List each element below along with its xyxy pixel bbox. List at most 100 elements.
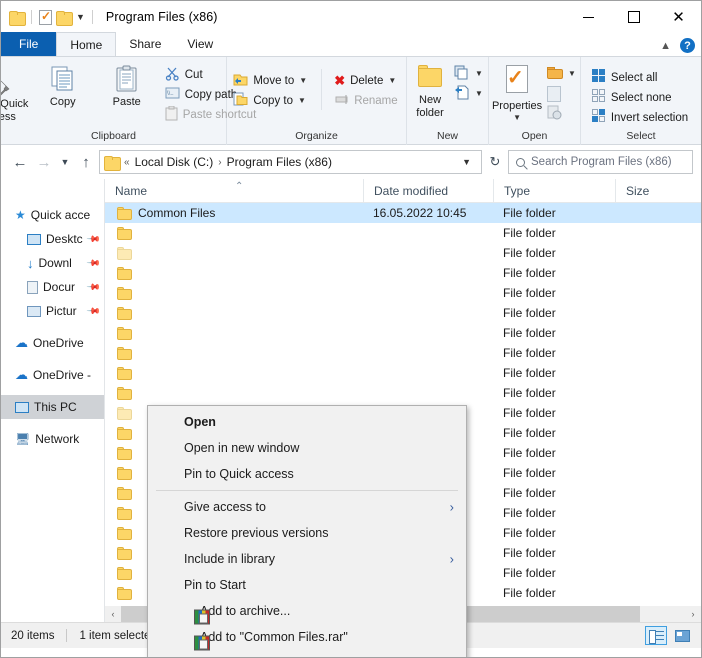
pin-to-quick-access-button[interactable]: Pin to Quick access [1, 63, 31, 126]
column-header-size[interactable]: Size [615, 179, 693, 203]
refresh-button[interactable]: ↻ [484, 150, 506, 174]
quick-access-toolbar: ▼ [9, 9, 96, 26]
sidebar-item-onedrive-business[interactable]: ☁ OneDrive - [1, 363, 104, 387]
column-header-name[interactable]: Name ⌃ [105, 179, 363, 203]
sidebar-item-network[interactable]: 🖥 Network [1, 427, 104, 451]
history-button[interactable] [545, 104, 580, 123]
table-row[interactable]: File folder [105, 303, 701, 323]
context-menu-item-give-access-to[interactable]: Give access to › [148, 494, 466, 520]
copy-to-button[interactable]: Copy to ▼ [231, 91, 311, 110]
table-row[interactable]: File folder [105, 383, 701, 403]
invert-selection-button[interactable]: Invert selection [590, 108, 692, 127]
chevron-down-icon[interactable]: ▼ [299, 76, 307, 85]
chevron-down-icon[interactable]: ▼ [568, 69, 576, 78]
select-all-button[interactable]: Select all [590, 68, 692, 87]
table-row[interactable]: Common Files 16.05.2022 10:45 File folder [105, 203, 701, 223]
chevron-down-icon[interactable]: ▼ [462, 157, 477, 167]
sidebar-item-downloads[interactable]: ↓ Downl 📌 [1, 251, 104, 275]
open-with-button[interactable]: ▼ [545, 64, 580, 83]
title-bar: ▼ Program Files (x86) ✕ [1, 1, 701, 33]
new-folder-button[interactable]: New folder [408, 63, 452, 122]
select-none-button[interactable]: Select none [590, 88, 692, 107]
context-menu-item-include-in-library[interactable]: Include in library › [148, 546, 466, 572]
forward-button[interactable]: → [33, 150, 55, 174]
sidebar-item-desktop[interactable]: Desktc 📌 [1, 227, 104, 251]
scroll-left-arrow-icon[interactable]: ‹ [105, 606, 121, 622]
tab-view[interactable]: View [174, 32, 226, 56]
ribbon-group-clipboard: Pin to Quick access [1, 57, 256, 145]
chevron-right-icon: › [449, 551, 454, 567]
chevron-down-icon[interactable]: ▼ [475, 69, 483, 78]
copy-button[interactable]: Copy [31, 63, 95, 111]
chevron-down-icon[interactable]: ▼ [388, 76, 396, 85]
table-row[interactable]: File folder [105, 343, 701, 363]
sidebar-item-documents[interactable]: Docur 📌 [1, 275, 104, 299]
new-item-button[interactable]: ▼ [452, 64, 487, 83]
column-header-type[interactable]: Type [493, 179, 615, 203]
folder-icon[interactable] [9, 10, 26, 26]
context-menu-item-pin-to-start[interactable]: Pin to Start [148, 572, 466, 598]
pin-icon: 📌 [86, 231, 102, 247]
tab-file[interactable]: File [1, 32, 57, 56]
table-row[interactable]: File folder [105, 223, 701, 243]
context-menu-label: Give access to [184, 500, 266, 514]
cell-name [105, 386, 363, 400]
move-to-button[interactable]: Move to ▼ [231, 71, 311, 90]
large-icons-view-button[interactable] [671, 626, 693, 645]
path-breadcrumb-bar[interactable]: « Local Disk (C:) › Program Files (x86) … [99, 150, 482, 174]
chevron-down-icon[interactable]: ▼ [513, 113, 521, 123]
table-row[interactable]: File folder [105, 243, 701, 263]
context-menu-item-add-to-archive[interactable]: Add to archive... [148, 598, 466, 624]
recent-locations-button[interactable]: ▼ [57, 150, 73, 174]
breadcrumb-program-files[interactable]: Program Files (x86) [227, 155, 332, 169]
properties-button[interactable]: ✓ Properties ▼ [489, 63, 545, 125]
chevron-down-icon[interactable]: ▼ [298, 96, 306, 105]
breadcrumb-local-disk[interactable]: Local Disk (C:) [135, 155, 214, 169]
context-menu-item-compress-and-email[interactable]: Compress and email... [148, 650, 466, 657]
table-row[interactable]: File folder [105, 363, 701, 383]
context-menu-item-add-to-common-files-rar[interactable]: Add to "Common Files.rar" [148, 624, 466, 650]
tab-home[interactable]: Home [56, 32, 117, 56]
column-header-date-modified[interactable]: Date modified [363, 179, 493, 203]
close-button[interactable]: ✕ [656, 1, 701, 33]
paste-button[interactable]: Paste [95, 63, 159, 111]
easy-access-button[interactable]: ▼ [452, 84, 487, 103]
table-row[interactable]: File folder [105, 323, 701, 343]
context-menu-item-pin-to-quick-access[interactable]: Pin to Quick access [148, 461, 466, 487]
delete-button[interactable]: ✖ Delete ▼ [332, 71, 401, 90]
chevron-down-icon[interactable]: ▼ [76, 12, 85, 22]
context-menu-item-open-in-new-window[interactable]: Open in new window [148, 435, 466, 461]
table-row[interactable]: File folder [105, 283, 701, 303]
scroll-right-arrow-icon[interactable]: › [685, 606, 701, 622]
back-button[interactable]: ← [9, 150, 31, 174]
context-menu-item-restore-previous-versions[interactable]: Restore previous versions [148, 520, 466, 546]
properties-icon[interactable] [39, 9, 52, 25]
context-menu-item-open[interactable]: Open [148, 409, 466, 435]
sidebar-item-this-pc[interactable]: This PC [1, 395, 104, 419]
table-row[interactable]: File folder [105, 263, 701, 283]
edit-button[interactable] [545, 84, 580, 103]
sidebar-item-pictures[interactable]: Pictur 📌 [1, 299, 104, 323]
details-view-button[interactable] [645, 626, 667, 645]
chevron-down-icon[interactable]: ▼ [475, 89, 483, 98]
chevron-up-icon[interactable]: ▲ [660, 40, 671, 52]
search-input[interactable]: Search Program Files (x86) [531, 156, 672, 168]
cell-type: File folder [503, 386, 556, 400]
paste-shortcut-icon [165, 105, 178, 124]
sidebar-item-onedrive[interactable]: ☁ OneDrive [1, 331, 104, 355]
search-box[interactable]: Search Program Files (x86) [508, 150, 693, 174]
tab-share[interactable]: Share [116, 32, 174, 56]
cell-type: File folder [503, 426, 556, 440]
cell-type: File folder [503, 266, 556, 280]
maximize-button[interactable] [611, 1, 656, 33]
minimize-button[interactable] [566, 1, 611, 33]
up-button[interactable]: ↑ [75, 150, 97, 174]
path-overflow-icon[interactable]: « [124, 157, 130, 168]
folder-icon [117, 486, 132, 500]
rename-button[interactable]: Rename [332, 91, 401, 110]
folder-icon [117, 406, 132, 420]
help-icon[interactable]: ? [680, 38, 695, 53]
sidebar-item-quick-access[interactable]: ★ Quick acce [1, 203, 104, 227]
new-folder-icon[interactable] [56, 10, 73, 26]
